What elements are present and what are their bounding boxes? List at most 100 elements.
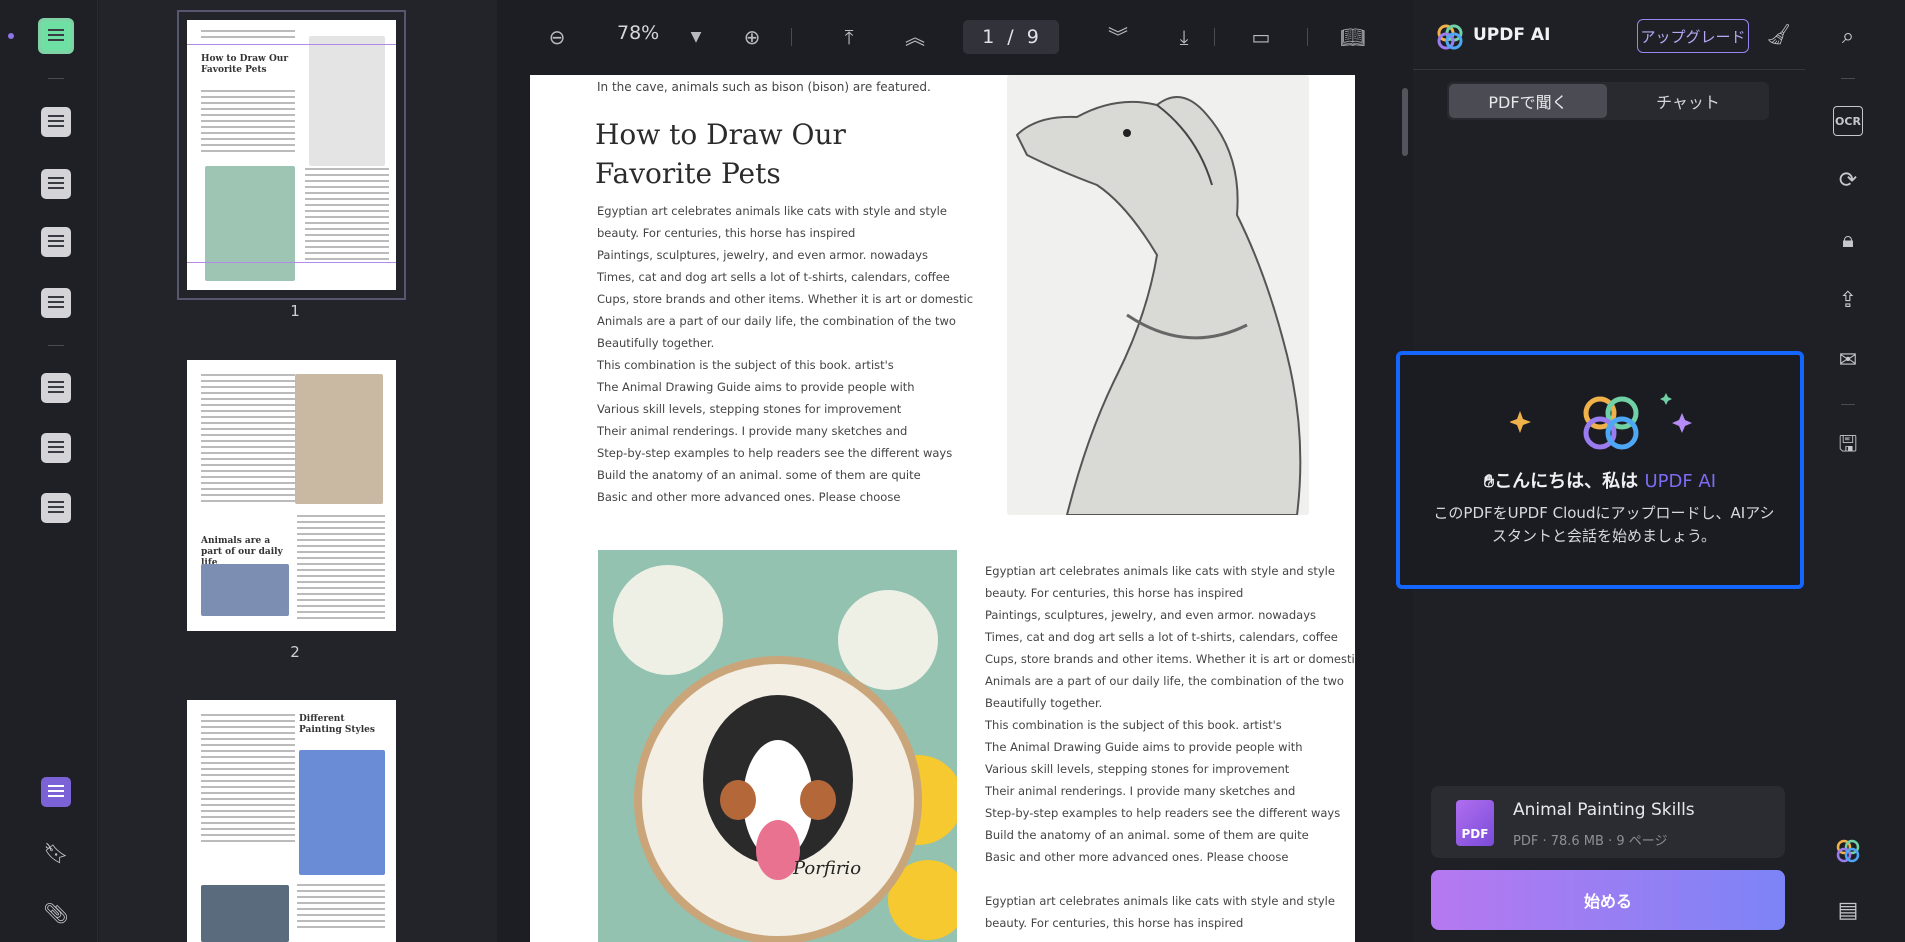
crop-button[interactable] <box>38 430 74 466</box>
photo-signature: Porfirio <box>793 858 862 879</box>
upgrade-button[interactable]: アップグレード <box>1637 19 1749 53</box>
page-separator: / <box>1007 26 1015 48</box>
current-page[interactable]: 1 <box>982 26 995 48</box>
presentation-icon: ▭ <box>1251 25 1271 49</box>
edit-pdf-icon <box>41 169 71 199</box>
organize-pages-icon <box>41 373 71 403</box>
ai-panel-header: UPDF AI アップグレード 🧹︎ <box>1413 0 1805 70</box>
attachment-button[interactable]: 📎︎ <box>38 895 74 931</box>
document-scrollbar[interactable] <box>1402 88 1408 156</box>
updf-ai-logo-icon <box>1437 24 1463 50</box>
thumbnail-title: Different Painting Styles <box>299 714 375 735</box>
last-page-icon: ⤓ <box>1179 25 1189 49</box>
bookmark-icon: 🔖︎ <box>43 841 69 865</box>
ai-mode-tabs: PDFで聞く チャット <box>1447 82 1769 120</box>
ocr-button[interactable]: OCR <box>1833 106 1863 136</box>
updf-ai-button[interactable] <box>1833 836 1863 866</box>
start-button[interactable]: 始める <box>1431 870 1785 930</box>
crop-icon <box>41 433 71 463</box>
last-page-button[interactable]: ⤓ <box>1171 24 1197 50</box>
file-meta: PDF · 78.6 MB · 9 ページ <box>1513 834 1668 849</box>
bookmark-button[interactable]: 🔖︎ <box>38 835 74 871</box>
reader-mode-button[interactable] <box>38 18 74 54</box>
zoom-in-button[interactable]: ⊕ <box>739 24 765 50</box>
thumbnail-panel: How to Draw Our Favorite Pets 1 Animals … <box>99 0 497 942</box>
previous-page-button[interactable]: ︽ <box>902 24 928 50</box>
pdf-page[interactable]: In the cave, animals such as bison (biso… <box>530 75 1355 942</box>
share-button[interactable]: ⇪ <box>1833 286 1863 316</box>
tools-button[interactable] <box>38 490 74 526</box>
ai-panel-title: UPDF AI <box>1473 25 1551 45</box>
thumbnail-sketch-image <box>309 36 385 166</box>
updf-ai-panel: UPDF AI アップグレード 🧹︎ PDFで聞く チャット ✋︎こんにちは、私… <box>1396 0 1805 942</box>
zoom-level[interactable]: 78% <box>617 22 659 44</box>
thumbnail-paint-image <box>201 885 289 942</box>
comment-list-button[interactable]: ▤ <box>1833 896 1863 926</box>
share-icon: ⇪ <box>1838 288 1858 313</box>
ai-sparkle-logo-icon <box>1510 393 1692 450</box>
thumbnail-page-number: 2 <box>290 643 300 661</box>
thumbnail-palette-image <box>295 374 383 504</box>
tab-ask-pdf[interactable]: PDFで聞く <box>1449 84 1607 118</box>
thumbnail-title: How to Draw Our Favorite Pets <box>201 54 289 75</box>
presentation-button[interactable]: ▭ <box>1248 24 1274 50</box>
selection-guide <box>187 262 396 263</box>
comment-icon: ▤ <box>1837 898 1859 923</box>
book-view-icon: 📖︎ <box>1340 25 1366 49</box>
body-paragraph: Egyptian art celebrates animals like cat… <box>597 204 974 504</box>
page-thumbnail-1[interactable]: How to Draw Our Favorite Pets <box>177 10 406 300</box>
right-tool-rail: ⌕ OCR ⟳ 🔒︎ ⇪ ✉ 🖫 ▤ <box>1805 0 1905 942</box>
search-button[interactable]: ⌕ <box>1833 22 1863 52</box>
form-button[interactable] <box>38 285 74 321</box>
page-thumbnail-3[interactable]: Different Painting Styles <box>187 700 396 942</box>
broom-icon: 🧹︎ <box>1766 22 1792 46</box>
page-caption: In the cave, animals such as bison (biso… <box>597 80 931 94</box>
layers-icon <box>41 777 71 807</box>
greeting-ai-name: UPDF AI <box>1644 471 1717 492</box>
search-icon: ⌕ <box>1841 24 1855 49</box>
page-display-button[interactable]: 📖︎ <box>1340 24 1366 50</box>
ai-greeting-card: ✋︎こんにちは、私は UPDF AI このPDFをUPDF Cloudにアップロ… <box>1396 351 1804 589</box>
convert-button[interactable]: ⟳ <box>1833 166 1863 196</box>
toolbar-divider <box>1307 28 1308 46</box>
zoom-dropdown-button[interactable]: ▼ <box>683 24 709 50</box>
rail-divider <box>1841 404 1855 405</box>
comment-mode-button[interactable] <box>38 104 74 140</box>
left-tool-rail: 🔖︎ 📎︎ <box>0 0 98 942</box>
page-thumbnail-2[interactable]: Animals are a part of our daily life <box>187 360 396 631</box>
protect-icon: 🔒︎ <box>1842 228 1854 253</box>
edit-pdf-button[interactable] <box>38 166 74 202</box>
page-heading: How to Draw Our Favorite Pets <box>595 118 846 190</box>
chevron-double-up-icon: ︽ <box>905 25 925 49</box>
ocr-icon: OCR <box>1835 115 1861 128</box>
pdf-file-icon: PDF <box>1456 800 1494 846</box>
current-file-card[interactable]: PDF Animal Painting Skills PDF · 78.6 MB… <box>1431 786 1785 858</box>
mail-button[interactable]: ✉ <box>1833 346 1863 376</box>
convert-icon: ⟳ <box>1838 168 1858 193</box>
form-icon <box>41 288 71 318</box>
protect-button[interactable]: 🔒︎ <box>1833 226 1863 256</box>
zoom-in-icon: ⊕ <box>743 25 761 49</box>
layers-button[interactable] <box>38 774 74 810</box>
viewer-toolbar: ⊖ 78% ▼ ⊕ ⤒ ︽ 1 / 9 ︾ ⤓ ▭ 📖︎ <box>497 0 1397 74</box>
reader-icon <box>41 21 71 51</box>
save-button[interactable]: 🖫 <box>1833 430 1863 460</box>
tools-icon <box>41 493 71 523</box>
next-page-button[interactable]: ︾ <box>1105 24 1131 50</box>
page-indicator[interactable]: 1 / 9 <box>963 20 1059 54</box>
status-dot <box>8 33 14 39</box>
thumbnail-photo-image <box>201 564 289 616</box>
organize-pages-button[interactable] <box>38 370 74 406</box>
zoom-out-button[interactable]: ⊖ <box>544 24 570 50</box>
body-paragraph: Egyptian art celebrates animals like cat… <box>985 564 1355 864</box>
page-layout-icon <box>41 227 71 257</box>
rail-divider <box>48 345 64 346</box>
ai-greeting: ✋︎こんにちは、私は UPDF AI <box>1400 467 1800 493</box>
greeting-text: こんにちは、私は <box>1494 471 1639 492</box>
tab-chat[interactable]: チャット <box>1609 84 1767 118</box>
first-page-button[interactable]: ⤒ <box>836 24 862 50</box>
file-name: Animal Painting Skills <box>1513 800 1695 820</box>
page-layout-button[interactable] <box>38 224 74 260</box>
save-icon: 🖫 <box>1838 432 1858 457</box>
clear-chat-button[interactable]: 🧹︎ <box>1766 22 1791 46</box>
